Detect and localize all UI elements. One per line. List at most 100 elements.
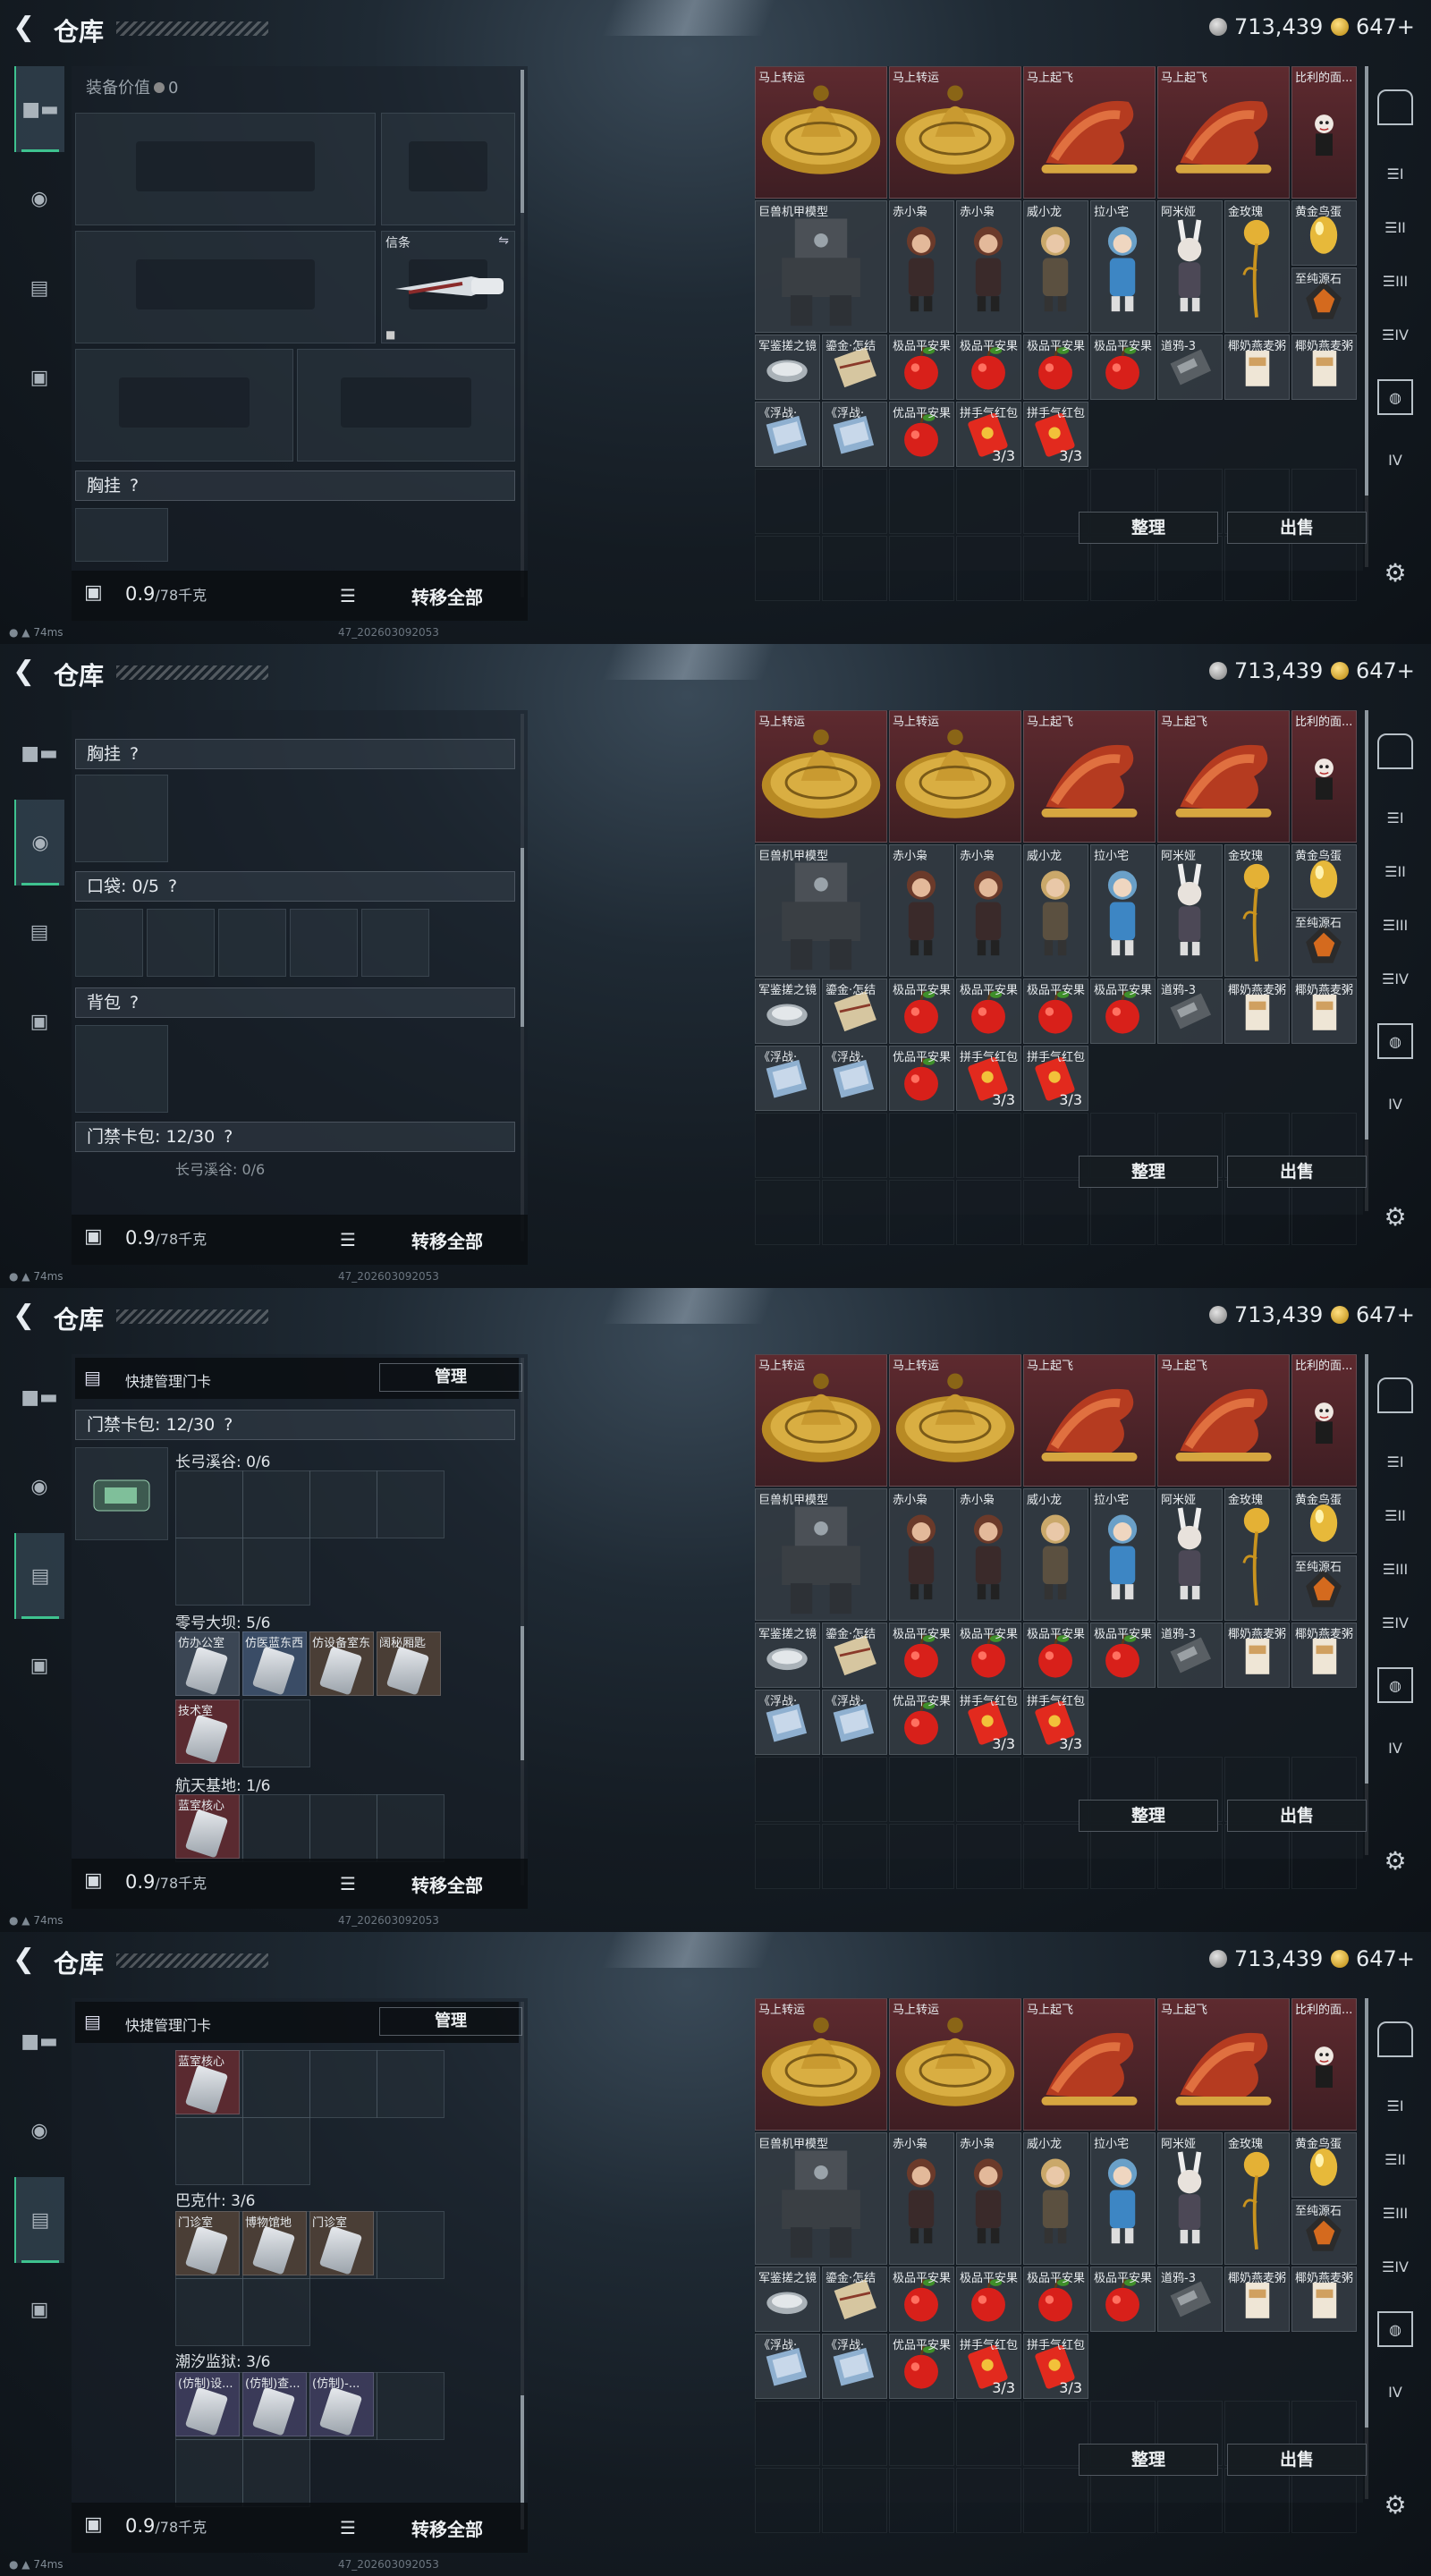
stash-item[interactable]: 极品平安果 — [1090, 979, 1156, 1044]
empty-stash-cell[interactable] — [956, 1180, 1021, 1245]
sell-button[interactable]: 出售 — [1227, 1800, 1367, 1832]
stash-item[interactable]: 极品平安果 — [956, 1623, 1021, 1688]
swap-icon[interactable]: ⇋ — [498, 233, 509, 248]
empty-stash-cell[interactable] — [822, 536, 887, 601]
card-slot[interactable] — [377, 1794, 445, 1862]
empty-stash-cell[interactable] — [1224, 2468, 1290, 2533]
tab-cards[interactable]: ▤ — [14, 245, 64, 331]
tab-armor[interactable]: ◉ — [14, 156, 64, 242]
keycard-item[interactable]: (仿制)-... — [309, 2372, 374, 2436]
stash-item[interactable]: 威小龙 — [1023, 200, 1088, 333]
gear-icon[interactable]: ⚙ — [1377, 555, 1413, 590]
stash-item[interactable]: 巨兽机甲模型 — [755, 2132, 887, 2265]
empty-stash-cell[interactable] — [1291, 1180, 1357, 1245]
slot-III-icon[interactable]: ☰III — [1377, 907, 1413, 943]
list-icon[interactable]: ☰ — [340, 2517, 356, 2538]
empty-stash-cell[interactable] — [822, 1113, 887, 1178]
stash-item[interactable]: 道鸦-3 — [1157, 979, 1223, 1044]
empty-stash-cell[interactable] — [755, 536, 820, 601]
list-icon[interactable]: ☰ — [340, 1229, 356, 1250]
stash-item[interactable]: 极品平安果 — [1090, 1623, 1156, 1688]
stash-item[interactable]: 极品平安果 — [1023, 335, 1088, 400]
keycard-item[interactable]: 仿设备室东 — [309, 1631, 374, 1696]
stash-item[interactable]: 拼手气红包 3/3 — [1023, 402, 1088, 467]
empty-stash-cell[interactable] — [755, 2401, 820, 2466]
stash-item[interactable]: 极品平安果 — [1023, 1623, 1088, 1688]
empty-stash-cell[interactable] — [956, 1113, 1021, 1178]
stash-item[interactable]: 《浮战· — [755, 402, 820, 467]
keycard-item[interactable]: (仿制)设... — [175, 2372, 240, 2436]
tab-weapons[interactable]: ■▬ — [14, 710, 64, 796]
tab-case[interactable]: ▣ — [14, 2267, 64, 2352]
stash-item[interactable]: 军鉴搓之镜 — [755, 1623, 820, 1688]
pocket-slot[interactable] — [290, 909, 358, 977]
stash-item[interactable]: 《浮战· — [755, 2334, 820, 2399]
card-slot[interactable] — [242, 1794, 310, 1862]
card-slot[interactable] — [377, 1470, 445, 1538]
empty-stash-cell[interactable] — [1090, 536, 1156, 601]
stash-item[interactable]: 拉小宅 — [1090, 2132, 1156, 2265]
stash-item[interactable]: 至纯源石 — [1291, 2199, 1357, 2265]
stash-item[interactable]: 极品平安果 — [889, 335, 954, 400]
help-icon[interactable]: ? — [224, 1415, 233, 1435]
card-slot[interactable] — [377, 2050, 445, 2118]
stash-scrollbar[interactable] — [1365, 1354, 1368, 1855]
empty-stash-cell[interactable] — [822, 2401, 887, 2466]
empty-stash-cell[interactable] — [956, 1757, 1021, 1822]
tab-cards[interactable]: ▤ — [14, 2177, 64, 2263]
chest-rig-header[interactable]: 胸挂? — [75, 739, 515, 769]
tab-armor[interactable]: ◉ — [14, 1444, 64, 1530]
stash-item[interactable]: 马上转运 — [755, 710, 887, 843]
photo-icon[interactable]: ◍ — [1377, 1667, 1413, 1703]
stash-item[interactable]: 阿米娅 — [1157, 200, 1223, 333]
stash-item[interactable]: 巨兽机甲模型 — [755, 844, 887, 977]
empty-stash-cell[interactable] — [956, 536, 1021, 601]
stash-item[interactable]: 赤小枭 — [956, 1488, 1021, 1621]
empty-stash-cell[interactable] — [956, 2401, 1021, 2466]
container-icon[interactable] — [1377, 733, 1413, 769]
slot-II-icon[interactable]: ☰II — [1377, 209, 1413, 245]
card-slot[interactable] — [309, 1794, 377, 1862]
stash-item[interactable]: 马上转运 — [889, 66, 1021, 199]
slot-I-icon[interactable]: ☰I — [1377, 800, 1413, 835]
keycard-item[interactable]: 阔秘厢匙 — [377, 1631, 441, 1696]
stash-item[interactable]: 马上转运 — [755, 1354, 887, 1487]
empty-stash-cell[interactable] — [1090, 2468, 1156, 2533]
stash-item[interactable]: 马上起飞 — [1023, 1354, 1156, 1487]
stash-item[interactable]: 黄金鸟蛋 — [1291, 1488, 1357, 1554]
secondary-weapon-slot[interactable] — [75, 231, 376, 343]
gear-icon[interactable]: ⚙ — [1377, 1843, 1413, 1878]
slot-II-icon[interactable]: ☰II — [1377, 2141, 1413, 2177]
melee-slot[interactable]: 信条 ⇋ ■ — [381, 231, 515, 343]
stash-item[interactable]: 椰奶燕麦粥 — [1291, 335, 1357, 400]
stash-item[interactable]: 比利的面... — [1291, 1354, 1357, 1487]
stash-item[interactable]: 马上起飞 — [1157, 710, 1290, 843]
empty-stash-cell[interactable] — [1090, 1824, 1156, 1889]
empty-stash-cell[interactable] — [1023, 536, 1088, 601]
stash-item[interactable]: 赤小枭 — [889, 844, 954, 977]
stash-scroll-thumb[interactable] — [1365, 1354, 1368, 1784]
slot-III-icon[interactable]: ☰III — [1377, 263, 1413, 299]
empty-stash-cell[interactable] — [889, 2401, 954, 2466]
stash-item[interactable]: 马上起飞 — [1157, 66, 1290, 199]
stash-item[interactable]: 《浮战· — [755, 1046, 820, 1111]
stash-item[interactable]: 道鸦-3 — [1157, 2267, 1223, 2332]
sell-button[interactable]: 出售 — [1227, 2444, 1367, 2476]
pocket-slot[interactable] — [218, 909, 286, 977]
stash-item[interactable]: 拉小宅 — [1090, 200, 1156, 333]
stash-item[interactable]: 椰奶燕麦粥 — [1224, 979, 1290, 1044]
stash-item[interactable]: 黄金鸟蛋 — [1291, 844, 1357, 910]
empty-stash-cell[interactable] — [755, 1757, 820, 1822]
pistol-slot[interactable] — [381, 113, 515, 225]
stash-item[interactable]: 阿米娅 — [1157, 1488, 1223, 1621]
stash-item[interactable]: 威小龙 — [1023, 844, 1088, 977]
empty-stash-cell[interactable] — [1224, 1824, 1290, 1889]
empty-stash-cell[interactable] — [822, 2468, 887, 2533]
card-slot[interactable] — [175, 2278, 243, 2346]
stash-item[interactable]: 《浮战· — [822, 1046, 887, 1111]
stash-item[interactable]: 巨兽机甲模型 — [755, 1488, 887, 1621]
stash-item[interactable]: 拉小宅 — [1090, 1488, 1156, 1621]
stash-item[interactable]: 极品平安果 — [889, 2267, 954, 2332]
empty-stash-cell[interactable] — [956, 2468, 1021, 2533]
help-icon[interactable]: ? — [130, 744, 139, 764]
